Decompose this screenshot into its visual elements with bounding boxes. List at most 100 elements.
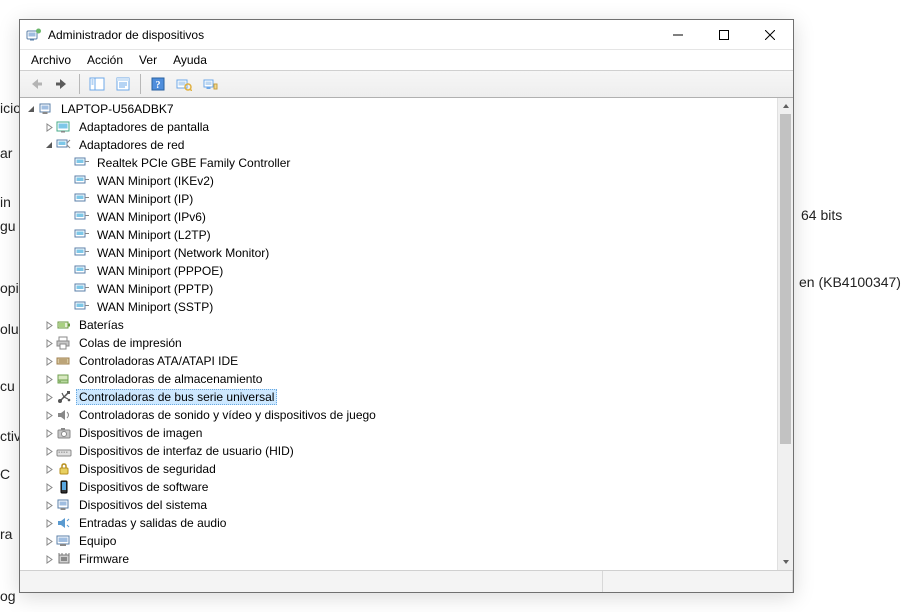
- devices-printers-button[interactable]: [198, 73, 222, 95]
- menu-view[interactable]: Ver: [132, 52, 164, 68]
- sound-icon: [56, 407, 72, 423]
- properties-button[interactable]: [111, 73, 135, 95]
- expander-icon[interactable]: [42, 537, 56, 546]
- close-button[interactable]: [747, 20, 793, 49]
- expander-icon[interactable]: [42, 519, 56, 528]
- expander-icon[interactable]: [42, 483, 56, 492]
- menu-file[interactable]: Archivo: [24, 52, 78, 68]
- network-device-icon: [74, 245, 90, 261]
- expander-icon[interactable]: [42, 393, 56, 402]
- bg-text: in: [0, 194, 11, 210]
- tree-item-root[interactable]: LAPTOP-U56ADBK7: [20, 100, 777, 118]
- tree-item-wan-ipv6[interactable]: WAN Miniport (IPv6): [20, 208, 777, 226]
- tree-item-firmware[interactable]: Firmware: [20, 550, 777, 568]
- camera-icon: [56, 425, 72, 441]
- network-device-icon: [74, 227, 90, 243]
- scroll-up-arrow[interactable]: [778, 98, 793, 114]
- expander-icon[interactable]: [42, 141, 56, 150]
- scan-hardware-button[interactable]: [172, 73, 196, 95]
- security-icon: [56, 461, 72, 477]
- bg-text: C: [0, 466, 10, 482]
- network-adapter-icon: [56, 137, 72, 153]
- show-hide-console-tree-button[interactable]: [85, 73, 109, 95]
- tree-item-wan-l2tp[interactable]: WAN Miniport (L2TP): [20, 226, 777, 244]
- tree-label: WAN Miniport (Network Monitor): [94, 246, 272, 260]
- forward-button[interactable]: [50, 73, 74, 95]
- expander-icon[interactable]: [42, 411, 56, 420]
- titlebar[interactable]: Administrador de dispositivos: [20, 20, 793, 50]
- tree-item-print-queues[interactable]: Colas de impresión: [20, 334, 777, 352]
- tree-item-wan-ikev2[interactable]: WAN Miniport (IKEv2): [20, 172, 777, 190]
- audio-io-icon: [56, 515, 72, 531]
- minimize-button[interactable]: [655, 20, 701, 49]
- expander-icon[interactable]: [42, 465, 56, 474]
- menu-bar: Archivo Acción Ver Ayuda: [20, 50, 793, 70]
- scroll-down-arrow[interactable]: [778, 554, 793, 570]
- window-title: Administrador de dispositivos: [48, 28, 655, 42]
- computer-icon: [56, 533, 72, 549]
- bg-text: opi: [0, 280, 19, 296]
- expander-icon[interactable]: [24, 105, 38, 114]
- device-tree[interactable]: LAPTOP-U56ADBK7 Adaptadores de pantalla: [20, 98, 777, 570]
- network-device-icon: [74, 173, 90, 189]
- network-device-icon: [74, 299, 90, 315]
- tree-item-imaging-devices[interactable]: Dispositivos de imagen: [20, 424, 777, 442]
- battery-icon: [56, 317, 72, 333]
- tree-label: Dispositivos de software: [76, 480, 211, 494]
- tree-item-wan-pptp[interactable]: WAN Miniport (PPTP): [20, 280, 777, 298]
- tree-label: Controladoras ATA/ATAPI IDE: [76, 354, 241, 368]
- tree-item-hid-devices[interactable]: Dispositivos de interfaz de usuario (HID…: [20, 442, 777, 460]
- expander-icon[interactable]: [42, 357, 56, 366]
- expander-icon[interactable]: [42, 375, 56, 384]
- tree-label: Dispositivos de imagen: [76, 426, 205, 440]
- vertical-scrollbar[interactable]: [777, 98, 793, 570]
- device-manager-window: Administrador de dispositivos Archivo Ac…: [19, 19, 794, 593]
- network-device-icon: [74, 155, 90, 171]
- tree-item-usb-controllers[interactable]: Controladoras de bus serie universal: [20, 388, 777, 406]
- tree-item-system-devices[interactable]: Dispositivos del sistema: [20, 496, 777, 514]
- tree-label: LAPTOP-U56ADBK7: [58, 102, 177, 116]
- tree-label: WAN Miniport (L2TP): [94, 228, 214, 242]
- expander-icon[interactable]: [42, 555, 56, 564]
- toolbar: ?: [20, 70, 793, 98]
- tree-item-realtek[interactable]: Realtek PCIe GBE Family Controller: [20, 154, 777, 172]
- bg-text: og: [0, 588, 16, 604]
- menu-help[interactable]: Ayuda: [166, 52, 214, 68]
- back-button[interactable]: [24, 73, 48, 95]
- tree-item-display-adapters[interactable]: Adaptadores de pantalla: [20, 118, 777, 136]
- expander-icon[interactable]: [42, 447, 56, 456]
- tree-item-network-adapters[interactable]: Adaptadores de red: [20, 136, 777, 154]
- status-cell: [20, 571, 603, 592]
- tree-item-wan-ip[interactable]: WAN Miniport (IP): [20, 190, 777, 208]
- tree-item-sound-controllers[interactable]: Controladoras de sonido y vídeo y dispos…: [20, 406, 777, 424]
- storage-icon: [56, 371, 72, 387]
- tree-item-wan-pppoe[interactable]: WAN Miniport (PPPOE): [20, 262, 777, 280]
- tree-item-security-devices[interactable]: Dispositivos de seguridad: [20, 460, 777, 478]
- scrollbar-track[interactable]: [778, 114, 793, 554]
- tree-label: Controladoras de almacenamiento: [76, 372, 265, 386]
- tree-label: Firmware: [76, 552, 132, 566]
- tree-item-wan-netmon[interactable]: WAN Miniport (Network Monitor): [20, 244, 777, 262]
- menu-action[interactable]: Acción: [80, 52, 130, 68]
- expander-icon[interactable]: [42, 501, 56, 510]
- expander-icon[interactable]: [42, 321, 56, 330]
- tree-item-ata-controllers[interactable]: Controladoras ATA/ATAPI IDE: [20, 352, 777, 370]
- svg-text:?: ?: [156, 80, 161, 91]
- tree-label: WAN Miniport (PPPOE): [94, 264, 226, 278]
- help-button[interactable]: ?: [146, 73, 170, 95]
- tree-item-computer[interactable]: Equipo: [20, 532, 777, 550]
- expander-icon[interactable]: [42, 123, 56, 132]
- tree-item-software-devices[interactable]: Dispositivos de software: [20, 478, 777, 496]
- toolbar-separator: [140, 74, 141, 94]
- network-device-icon: [74, 191, 90, 207]
- tree-item-wan-sstp[interactable]: WAN Miniport (SSTP): [20, 298, 777, 316]
- tree-label: Dispositivos de seguridad: [76, 462, 219, 476]
- maximize-button[interactable]: [701, 20, 747, 49]
- expander-icon[interactable]: [42, 339, 56, 348]
- tree-item-storage-controllers[interactable]: Controladoras de almacenamiento: [20, 370, 777, 388]
- tree-item-batteries[interactable]: Baterías: [20, 316, 777, 334]
- expander-icon[interactable]: [42, 429, 56, 438]
- scrollbar-thumb[interactable]: [780, 114, 791, 444]
- tree-item-audio-io[interactable]: Entradas y salidas de audio: [20, 514, 777, 532]
- tree-label: WAN Miniport (SSTP): [94, 300, 216, 314]
